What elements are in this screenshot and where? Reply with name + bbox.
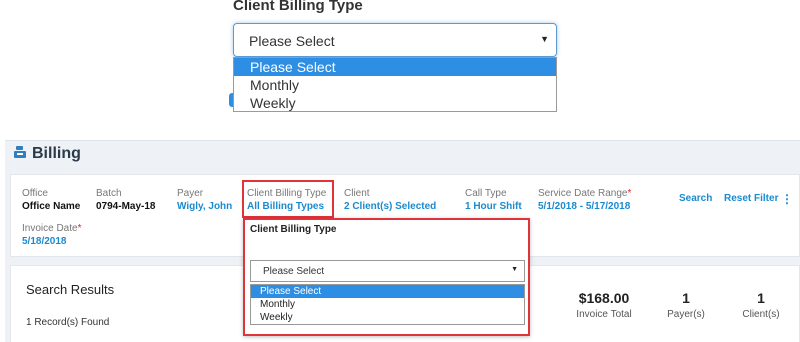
cash-register-icon [13, 145, 27, 159]
filter-label: Office [22, 188, 48, 199]
stat-label: Invoice Total [576, 309, 632, 320]
more-options-icon[interactable]: ⋮ [781, 192, 793, 206]
filter-client[interactable]: Client 2 Client(s) Selected [344, 188, 436, 212]
filter-batch[interactable]: Batch 0794-May-18 [96, 188, 155, 212]
chevron-down-icon: ▼ [511, 266, 518, 273]
filter-label: Client [344, 188, 370, 199]
option-please-select[interactable]: Please Select [234, 58, 556, 76]
filter-label: Payer [177, 188, 204, 199]
records-count: 1 Record(s) Found [26, 317, 110, 328]
filter-label: Batch [96, 188, 122, 199]
filter-client-billing-type[interactable]: Client Billing Type All Billing Types [247, 188, 326, 212]
filter-value: All Billing Types [247, 201, 325, 212]
dropdown-options-zoom: Please Select Monthly Weekly [233, 57, 557, 112]
option-monthly[interactable]: Monthly [234, 76, 556, 94]
filter-office[interactable]: Office Office Name [22, 188, 80, 212]
client-billing-type-popup: Client Billing Type Please Select ▼ Plea… [243, 218, 530, 336]
filter-call-type[interactable]: Call Type 1 Hour Shift [465, 188, 522, 212]
results-title: Search Results [26, 282, 115, 297]
filter-value: 5/1/2018 - 5/17/2018 [538, 201, 631, 212]
stat-label: Payer(s) [667, 309, 705, 320]
option-monthly[interactable]: Monthly [251, 298, 524, 311]
stat-payers: 1 Payer(s) [656, 290, 716, 320]
chevron-down-icon: ▼ [540, 34, 549, 44]
stat-label: Client(s) [742, 309, 780, 320]
select-value: Please Select [249, 33, 335, 49]
filter-value: 0794-May-18 [96, 201, 156, 212]
filter-label: Invoice Date [22, 223, 78, 234]
popup-title: Client Billing Type [250, 224, 337, 235]
required-asterisk: * [77, 223, 82, 234]
stat-value: 1 [682, 290, 690, 306]
filter-value: 2 Client(s) Selected [344, 201, 437, 212]
page-title: Billing [32, 145, 81, 162]
filter-value: 5/18/2018 [22, 236, 67, 247]
select-value: Please Select [263, 266, 325, 277]
filter-value: Office Name [22, 201, 81, 212]
option-weekly[interactable]: Weekly [251, 311, 524, 324]
filter-invoice-date[interactable]: Invoice Date* 5/18/2018 [22, 223, 82, 247]
filter-label: Call Type [465, 188, 507, 199]
client-billing-type-select[interactable]: Please Select ▼ [250, 260, 525, 282]
search-link[interactable]: Search [679, 193, 712, 204]
stat-clients: 1 Client(s) [731, 290, 791, 320]
stat-invoice-total: $168.00 Invoice Total [559, 290, 649, 320]
panel-header: Billing [13, 145, 81, 163]
filter-value: Wigly, John [177, 201, 233, 212]
option-weekly[interactable]: Weekly [234, 94, 556, 112]
zoom-dropdown-title: Client Billing Type [233, 0, 363, 14]
stat-value: 1 [757, 290, 765, 306]
dropdown-options: Please Select Monthly Weekly [250, 284, 525, 325]
filter-payer[interactable]: Payer Wigly, John [177, 188, 232, 212]
reset-filter-link[interactable]: Reset Filter [724, 193, 778, 204]
filter-label: Service Date Range [538, 188, 628, 199]
filter-service-date-range[interactable]: Service Date Range* 5/1/2018 - 5/17/2018 [538, 188, 631, 212]
option-please-select[interactable]: Please Select [251, 285, 524, 298]
filter-value: 1 Hour Shift [465, 201, 522, 212]
filter-label: Client Billing Type [247, 188, 327, 199]
client-billing-type-select-zoom[interactable]: Please Select ▼ [233, 23, 557, 57]
required-asterisk: * [627, 188, 632, 199]
stat-value: $168.00 [578, 290, 630, 306]
